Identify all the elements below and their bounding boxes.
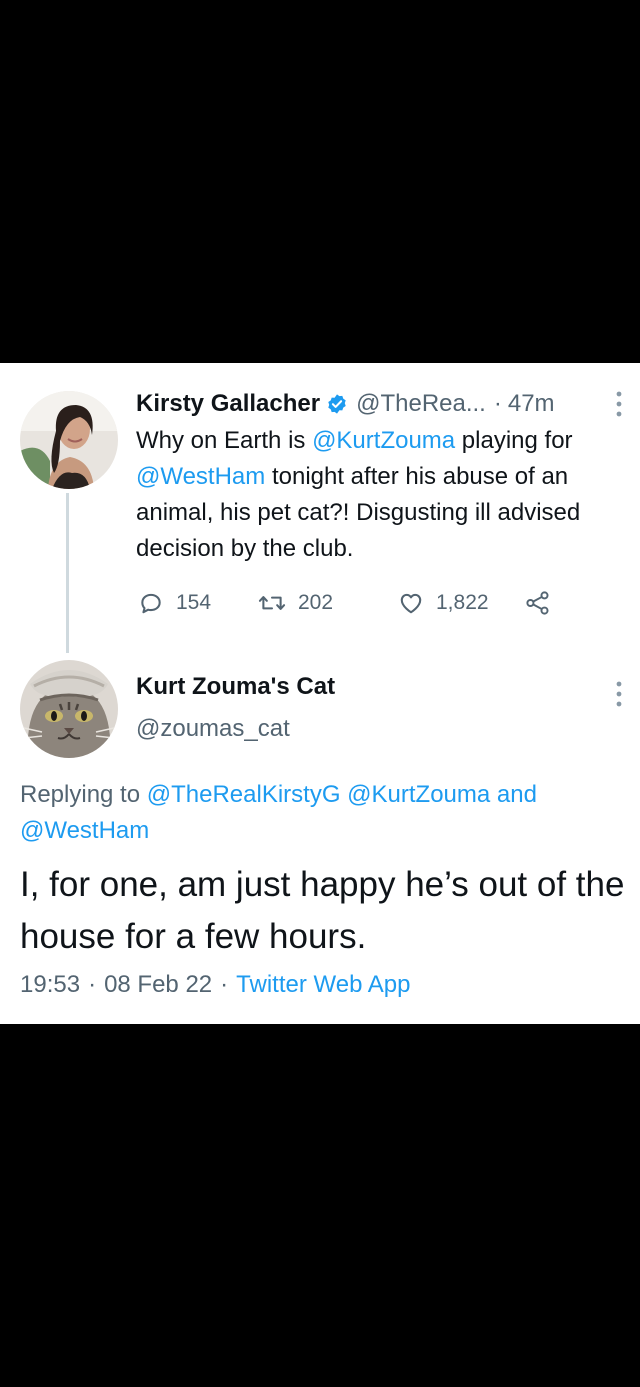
- retweet-count: 202: [298, 591, 334, 614]
- tweet1-action-bar: 154 202 1,822: [136, 585, 576, 621]
- replying-and: and: [490, 781, 537, 808]
- retweet-button[interactable]: 202: [258, 585, 333, 621]
- more-icon[interactable]: [616, 681, 622, 707]
- tweet-thread-card: Kirsty Gallacher @TheRea... · 47m Why on…: [0, 363, 640, 1024]
- mention-therealkirstyg[interactable]: @TheRealKirstyG: [147, 781, 341, 808]
- tweet2-meta: 19:53 · 08 Feb 22 · Twitter Web App: [20, 971, 410, 999]
- verified-badge-icon: [326, 393, 348, 415]
- tweet2-author-handle[interactable]: @zoumas_cat: [136, 715, 290, 743]
- tweet1-header: Kirsty Gallacher @TheRea... · 47m: [136, 387, 626, 421]
- replying-prefix: Replying to: [20, 781, 147, 808]
- tweet1-author-handle[interactable]: @TheRea...: [356, 390, 486, 418]
- tweet2-text: I, for one, am just happy he’s out of th…: [20, 865, 625, 956]
- tweet2-source-app[interactable]: Twitter Web App: [236, 971, 410, 998]
- tweet2-date[interactable]: 08 Feb 22: [104, 971, 212, 998]
- tweet2-author-name[interactable]: Kurt Zouma's Cat: [136, 673, 335, 701]
- like-button[interactable]: 1,822: [398, 585, 489, 621]
- meta-separator: ·: [88, 971, 97, 998]
- replying-to-line: Replying to @TheRealKirstyG @KurtZouma a…: [20, 777, 620, 849]
- reply-count: 154: [176, 591, 212, 614]
- share-icon: [524, 590, 552, 616]
- tweet1-text: Why on Earth is @KurtZouma playing for @…: [136, 423, 632, 567]
- like-icon: [398, 590, 424, 616]
- mention-westham[interactable]: @WestHam: [136, 463, 265, 490]
- thread-connector-line: [66, 493, 69, 653]
- mention-westham[interactable]: @WestHam: [20, 817, 149, 844]
- mention-kurtzouma[interactable]: @KurtZouma: [347, 781, 490, 808]
- meta-separator: ·: [220, 971, 229, 998]
- reply-icon: [138, 590, 164, 616]
- mention-kurtzouma[interactable]: @KurtZouma: [312, 427, 455, 454]
- tweet1-text-part1: Why on Earth is: [136, 427, 313, 454]
- tweet1-separator: ·: [493, 390, 502, 417]
- reply-button[interactable]: 154: [138, 585, 211, 621]
- share-button[interactable]: [524, 585, 552, 621]
- more-icon[interactable]: [616, 391, 622, 417]
- tweet2-time[interactable]: 19:53: [20, 971, 80, 998]
- retweet-icon: [258, 590, 286, 616]
- tweet1-author-name[interactable]: Kirsty Gallacher: [136, 390, 320, 418]
- avatar-zoumas-cat[interactable]: [20, 660, 118, 758]
- like-count: 1,822: [436, 591, 489, 614]
- tweet1-timestamp[interactable]: 47m: [508, 390, 555, 418]
- tweet1-text-part2: playing for: [455, 427, 573, 454]
- avatar-kirsty[interactable]: [20, 391, 118, 489]
